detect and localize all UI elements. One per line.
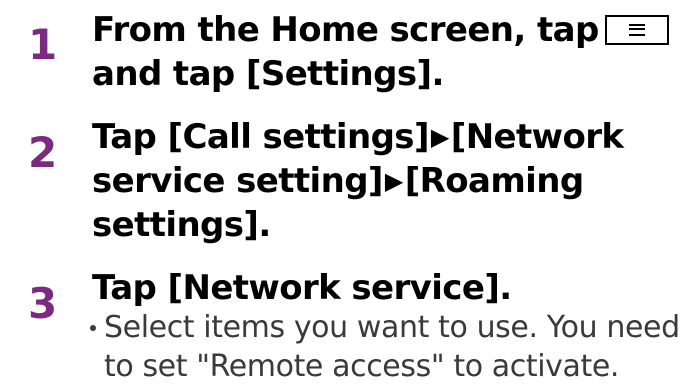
- step-instruction: Tap [Network service].: [92, 268, 512, 308]
- step-instruction: From the Home screen, tap: [92, 8, 669, 52]
- right-arrow-icon: ▶: [430, 123, 449, 151]
- step-instruction-continued: settings].: [92, 205, 271, 245]
- step-text-line: From the Home screen, tap: [92, 10, 599, 50]
- step-text-segment: [Roaming: [404, 161, 584, 201]
- step-instruction-continued: and tap [Settings].: [92, 54, 444, 94]
- step-number: 3: [28, 279, 58, 328]
- step-text-segment: [Network: [450, 117, 624, 157]
- bullet-note-line: to set "Remote access" to activate.: [104, 349, 620, 384]
- bullet-note-line: Select items you want to use. You need: [90, 306, 680, 350]
- step-text-segment: service setting]: [92, 161, 383, 201]
- bullet-text: Select items you want to use. You need: [104, 310, 680, 345]
- step-text-segment: Tap [Call settings]: [92, 117, 429, 157]
- step-instruction: Tap [Call settings]▶[Network: [92, 115, 667, 159]
- step-number: 2: [28, 128, 58, 177]
- menu-key-icon: [604, 15, 669, 45]
- step-number: 1: [28, 20, 58, 69]
- bullet-dot-icon: [90, 325, 96, 331]
- right-arrow-icon: ▶: [384, 167, 403, 195]
- step-instruction-continued: service setting]▶[Roaming: [92, 159, 667, 203]
